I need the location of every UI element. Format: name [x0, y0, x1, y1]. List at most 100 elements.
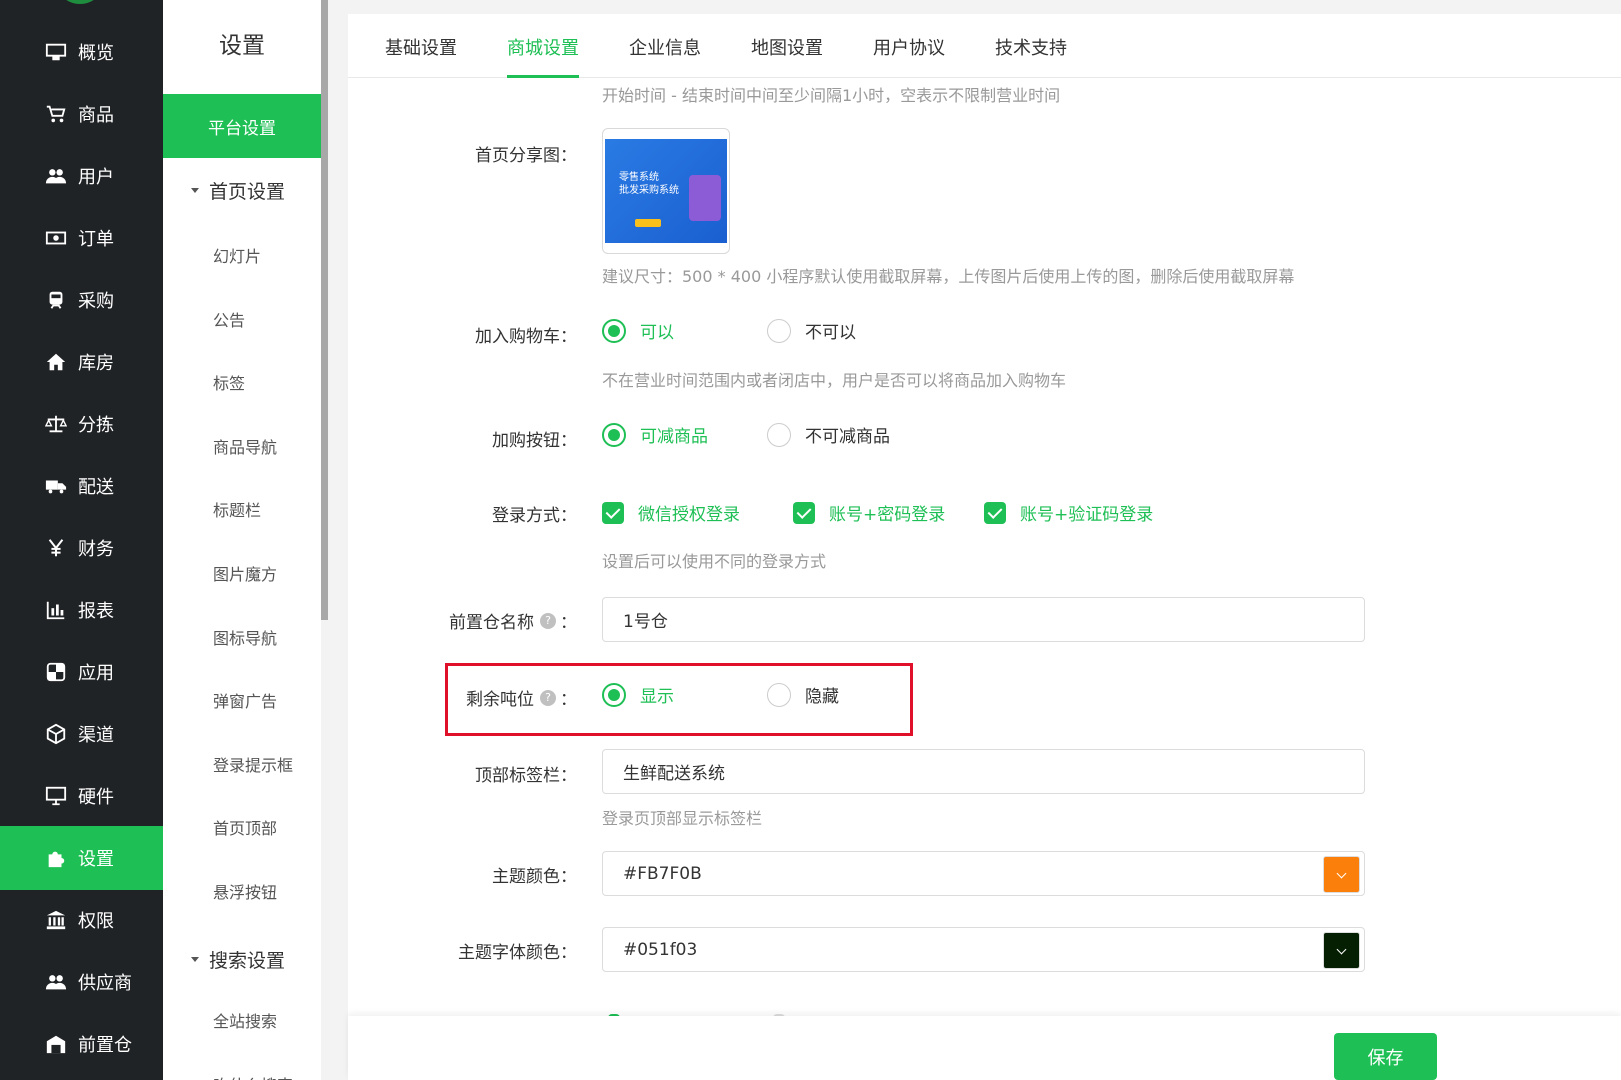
- sidebar-item-label: 权限: [78, 911, 114, 932]
- subnav-item[interactable]: 全站搜索: [213, 1008, 277, 1032]
- subnav-scrollbar[interactable]: [321, 0, 328, 620]
- bank-icon: [44, 908, 68, 932]
- subnav-item-platform-settings[interactable]: 平台设置: [163, 94, 321, 158]
- cube-icon: [44, 722, 68, 746]
- sidebar-item-13[interactable]: 设置: [0, 826, 163, 890]
- main-sidebar: 概览商品用户订单采购 库房 分拣配送财务报表应用渠道硬件设置权限供应商前置仓: [0, 0, 163, 1080]
- warehouse-icon: [44, 1032, 68, 1056]
- login-wechat-checkbox[interactable]: 微信授权登录: [602, 500, 740, 525]
- sidebar-item-2[interactable]: 用户: [0, 144, 163, 208]
- yen-icon: [44, 536, 68, 560]
- sidebar-item-3[interactable]: 订单: [0, 206, 163, 270]
- tab-map-settings[interactable]: 地图设置: [751, 34, 823, 60]
- save-button[interactable]: 保存: [1334, 1033, 1437, 1080]
- sidebar-item-5[interactable]: 库房: [0, 330, 163, 394]
- sidebar-item-label: 报表: [78, 601, 114, 622]
- apps-icon: [44, 660, 68, 684]
- sidebar-item-label: 应用: [78, 663, 114, 684]
- subnav-item[interactable]: 登录提示框: [213, 752, 293, 776]
- add-to-cart-yes-radio[interactable]: 可以: [602, 318, 674, 343]
- subnav-item[interactable]: 弹窗广告: [213, 688, 277, 712]
- sidebar-item-0[interactable]: 概览: [0, 20, 163, 84]
- top-tab-bar-hint: 登录页顶部显示标签栏: [602, 809, 763, 828]
- sidebar-item-12[interactable]: 硬件: [0, 764, 163, 828]
- users-icon: [44, 164, 68, 188]
- sidebar-item-label: 前置仓: [78, 1035, 132, 1056]
- subnav-title: 设置: [219, 33, 265, 59]
- sidebar-item-9[interactable]: 报表: [0, 578, 163, 642]
- warehouse-name-input[interactable]: 1号仓: [602, 597, 1365, 642]
- subnav-item[interactable]: 公告: [213, 307, 245, 331]
- subnav-item[interactable]: 首页顶部: [213, 815, 277, 839]
- monitor-icon: [44, 40, 68, 64]
- sidebar-item-16[interactable]: 前置仓: [0, 1012, 163, 1076]
- help-icon[interactable]: ?: [540, 689, 556, 706]
- logo: [60, 0, 100, 4]
- subnav-item[interactable]: 悬浮按钮: [213, 879, 277, 903]
- theme-color-label: 主题颜色：: [492, 867, 577, 887]
- subnav-item[interactable]: 标签: [213, 370, 245, 394]
- remaining-tonnage-show-radio[interactable]: 显示: [602, 682, 674, 707]
- purchase-button-nonreducible-radio[interactable]: 不可减商品: [767, 422, 890, 447]
- train-icon: [44, 288, 68, 312]
- sidebar-item-label: 配送: [78, 477, 114, 498]
- theme-color-input[interactable]: #FB7F0B: [602, 851, 1365, 896]
- settings-panel: 基础设置 商城设置 企业信息 地图设置 用户协议 技术支持: [348, 14, 1621, 1080]
- radio-checked-icon: [602, 682, 626, 707]
- share-image-upload[interactable]: 零售系统 批发采购系统: [602, 128, 730, 254]
- subnav-group-search[interactable]: 搜索设置: [191, 946, 285, 973]
- tab-basic-settings[interactable]: 基础设置: [385, 34, 457, 60]
- top-tab-bar-input[interactable]: 生鲜配送系统: [602, 749, 1365, 794]
- sidebar-item-label: 设置: [78, 849, 114, 870]
- sidebar-item-label: 用户: [78, 167, 114, 188]
- login-password-checkbox[interactable]: 账号+密码登录: [793, 500, 945, 525]
- chevron-down-icon: [1336, 868, 1347, 878]
- subnav-item[interactable]: 图片魔方: [213, 561, 277, 585]
- sidebar-item-6[interactable]: 分拣: [0, 392, 163, 456]
- login-method-hint: 设置后可以使用不同的登录方式: [602, 552, 827, 571]
- sidebar-item-label: 订单: [78, 229, 114, 250]
- remaining-tonnage-hide-radio[interactable]: 隐藏: [767, 682, 839, 707]
- settings-subnav: 设置 平台设置 首页设置 幻灯片公告标签商品导航标题栏图片魔方图标导航弹窗广告登…: [163, 0, 321, 1080]
- tab-user-agreement[interactable]: 用户协议: [873, 34, 945, 60]
- radio-unchecked-icon: [767, 318, 791, 343]
- sidebar-item-label: 硬件: [78, 787, 114, 808]
- sidebar-item-8[interactable]: 财务: [0, 516, 163, 580]
- login-sms-code-checkbox[interactable]: 账号+验证码登录: [984, 500, 1153, 525]
- theme-color-picker[interactable]: [1323, 856, 1360, 893]
- subnav-item[interactable]: 图标导航: [213, 625, 277, 649]
- sidebar-item-label: 商品: [78, 105, 114, 126]
- subnav-group-homepage[interactable]: 首页设置: [191, 177, 285, 204]
- add-to-cart-no-radio[interactable]: 不可以: [767, 318, 856, 343]
- truck-icon: [44, 474, 68, 498]
- sidebar-item-4[interactable]: 采购: [0, 268, 163, 332]
- sidebar-item-label: 概览: [78, 43, 114, 64]
- warehouse-name-label: 前置仓名称 ? ：: [449, 612, 577, 633]
- subnav-group-label: 首页设置: [209, 181, 286, 203]
- sidebar-item-label: 财务: [78, 539, 114, 560]
- sidebar-item-1[interactable]: 商品: [0, 82, 163, 146]
- sidebar-item-10[interactable]: 应用: [0, 640, 163, 704]
- tab-tech-support[interactable]: 技术支持: [995, 34, 1067, 60]
- subnav-item[interactable]: 商品导航: [213, 434, 277, 458]
- subnav-item[interactable]: 标题栏: [213, 497, 261, 521]
- caret-down-icon: [191, 188, 199, 193]
- tab-mall-settings[interactable]: 商城设置: [507, 34, 579, 60]
- radio-checked-icon: [602, 422, 626, 447]
- sidebar-item-14[interactable]: 权限: [0, 888, 163, 952]
- theme-font-color-label: 主题字体颜色：: [458, 943, 577, 963]
- subnav-item[interactable]: 吃什么搜索: [213, 1072, 293, 1080]
- sidebar-item-7[interactable]: 配送: [0, 454, 163, 518]
- share-image-label: 首页分享图：: [475, 146, 577, 166]
- sidebar-item-11[interactable]: 渠道: [0, 702, 163, 766]
- purchase-button-reducible-radio[interactable]: 可减商品: [602, 422, 708, 447]
- subnav-item[interactable]: 幻灯片: [213, 243, 261, 267]
- checkbox-checked-icon: [793, 501, 815, 524]
- add-to-cart-hint: 不在营业时间范围内或者闭店中，用户是否可以将商品加入购物车: [602, 371, 1067, 390]
- sidebar-item-15[interactable]: 供应商: [0, 950, 163, 1014]
- theme-font-color-picker[interactable]: [1323, 932, 1360, 969]
- theme-font-color-input[interactable]: #051f03: [602, 927, 1365, 972]
- help-icon[interactable]: ?: [540, 612, 556, 629]
- users-icon: [44, 970, 68, 994]
- tab-company-info[interactable]: 企业信息: [629, 34, 701, 60]
